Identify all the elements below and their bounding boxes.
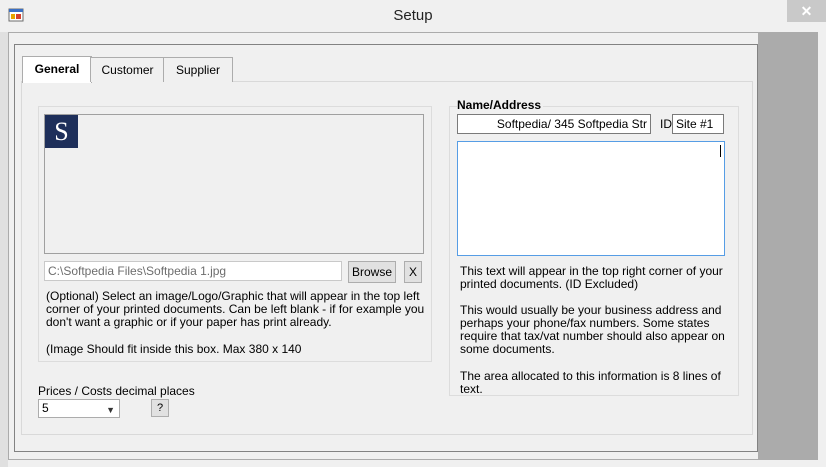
image-path-field[interactable]: C:\Softpedia Files\Softpedia 1.jpg	[44, 261, 342, 281]
text-caret	[720, 145, 721, 157]
window-border	[0, 32, 8, 467]
tab-general[interactable]: General	[22, 56, 92, 83]
close-button[interactable]: ✕	[787, 0, 826, 22]
close-icon: ✕	[800, 3, 813, 19]
tab-customer[interactable]: Customer	[90, 57, 165, 82]
decimal-places-label: Prices / Costs decimal places	[38, 384, 195, 398]
tab-strip: General Customer Supplier	[22, 56, 752, 83]
decimal-places-value: 5	[42, 401, 49, 415]
client-background	[758, 32, 818, 460]
address-note-1: This text will appear in the top right c…	[460, 264, 723, 291]
id-field[interactable]: Site #1	[672, 114, 724, 134]
image-help-text: (Optional) Select an image/Logo/Graphic …	[46, 289, 425, 329]
decimal-help-button[interactable]: ?	[151, 399, 169, 417]
address-textarea[interactable]	[457, 141, 725, 256]
decimal-places-select[interactable]: 5 ▼	[38, 399, 120, 418]
name-field[interactable]: Softpedia/ 345 Softpedia Str	[457, 114, 651, 134]
window-title: Setup	[393, 7, 433, 24]
image-size-note: (Image Should fit inside this box. Max 3…	[46, 342, 302, 356]
clear-image-button[interactable]: X	[404, 261, 422, 283]
tab-supplier[interactable]: Supplier	[163, 57, 233, 82]
name-address-label: Name/Address	[457, 98, 544, 112]
id-label: ID	[660, 117, 672, 131]
softpedia-logo: S	[45, 115, 78, 148]
browse-button[interactable]: Browse	[348, 261, 396, 283]
address-note-3: The area allocated to this information i…	[460, 369, 721, 396]
logo-image-box	[44, 114, 424, 254]
address-note-2: This would usually be your business addr…	[460, 303, 725, 356]
chevron-down-icon: ▼	[106, 405, 115, 415]
